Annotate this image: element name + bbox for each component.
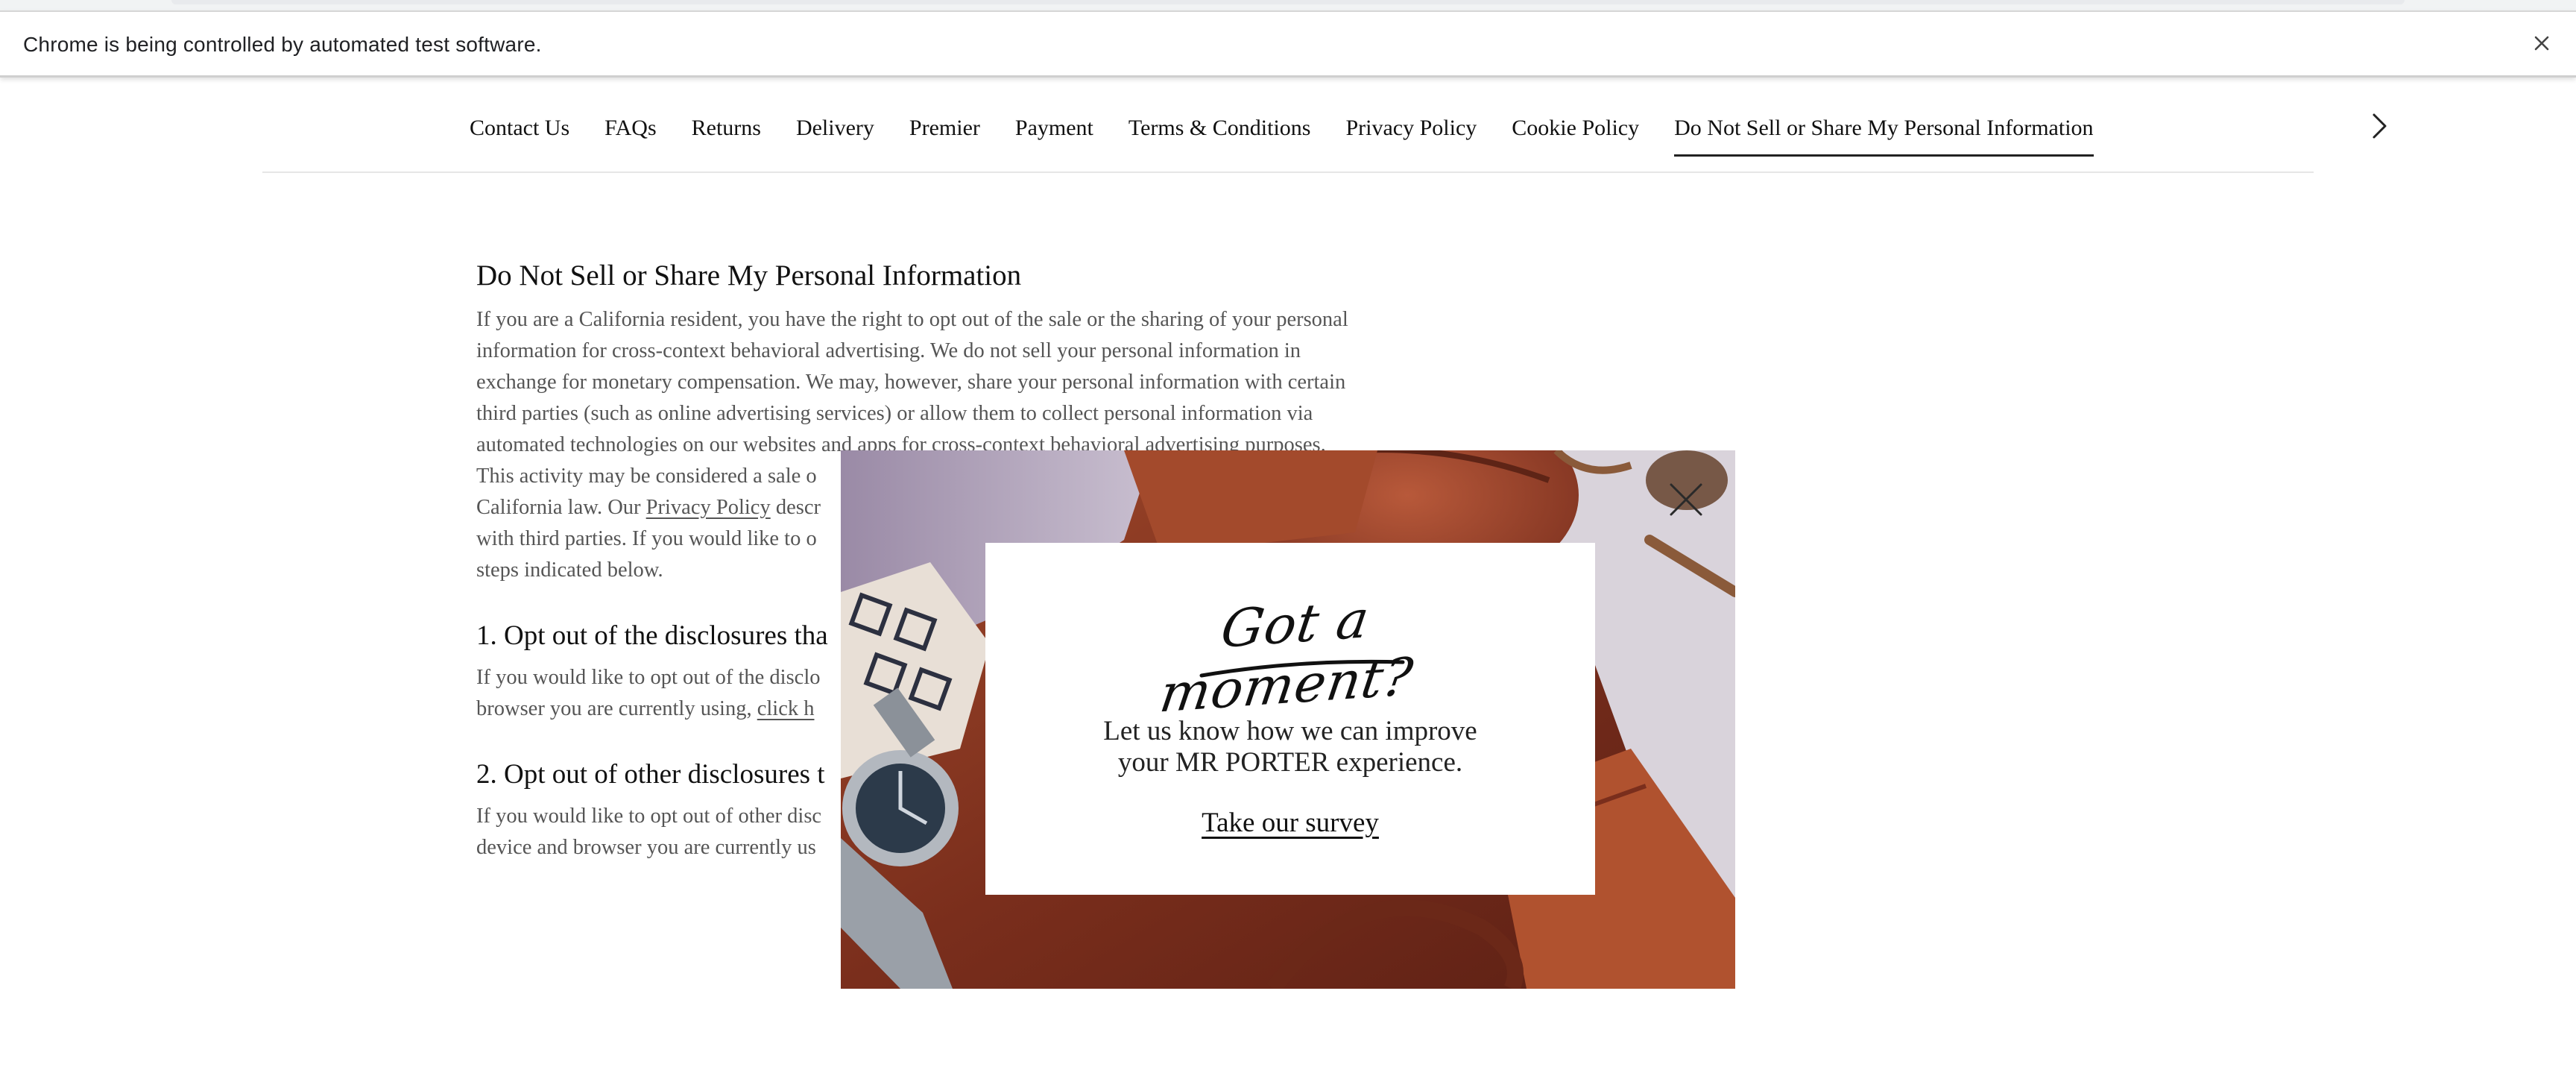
help-nav-list: Contact Us FAQs Returns Delivery Premier… — [470, 112, 2357, 157]
intro-line: steps indicated below. — [476, 558, 663, 582]
survey-cta: Take our survey — [985, 807, 1595, 839]
popup-message: Let us know how we can improve your MR P… — [985, 716, 1595, 778]
privacy-policy-link[interactable]: Privacy Policy — [646, 496, 771, 519]
nav-do-not-sell[interactable]: Do Not Sell or Share My Personal Informa… — [1674, 112, 2094, 157]
intro-line: information for cross-context behavioral… — [476, 339, 1301, 362]
intro-line: with third parties. If you would like to… — [476, 527, 817, 550]
intro-line: If you are a California resident, you ha… — [476, 308, 1348, 331]
popup-message-line: Let us know how we can improve — [1103, 716, 1477, 746]
nav-terms-conditions[interactable]: Terms & Conditions — [1128, 112, 1311, 157]
section-1-line: browser you are currently using, — [476, 697, 757, 720]
nav-returns[interactable]: Returns — [692, 112, 761, 157]
section-2-line: If you would like to opt out of other di… — [476, 805, 822, 828]
nav-contact-us[interactable]: Contact Us — [470, 112, 569, 157]
close-icon[interactable] — [2527, 28, 2557, 58]
section-2-line: device and browser you are currently us — [476, 836, 816, 859]
page-title: Do Not Sell or Share My Personal Informa… — [476, 259, 1022, 292]
nav-faqs[interactable]: FAQs — [604, 112, 656, 157]
intro-line: exchange for monetary compensation. We m… — [476, 371, 1346, 394]
popup-headline: Got a moment? — [1105, 588, 1477, 724]
nav-premier[interactable]: Premier — [909, 112, 980, 157]
intro-line: California law. Our — [476, 496, 646, 519]
automation-message: Chrome is being controlled by automated … — [23, 33, 542, 56]
survey-popup: Got a moment? Let us know how we can imp… — [841, 450, 1735, 989]
browser-toolbar-edge — [0, 0, 2576, 10]
opt-out-click-here-link[interactable]: click h — [757, 697, 815, 720]
survey-card: Got a moment? Let us know how we can imp… — [985, 543, 1595, 895]
help-nav-scroller: Contact Us FAQs Returns Delivery Premier… — [470, 78, 2357, 173]
nav-delivery[interactable]: Delivery — [796, 112, 874, 157]
help-navigation: Contact Us FAQs Returns Delivery Premier… — [262, 78, 2387, 173]
intro-line: descr — [770, 496, 821, 519]
take-survey-link[interactable]: Take our survey — [1202, 808, 1379, 838]
omnibox-edge — [171, 0, 2405, 4]
nav-privacy-policy[interactable]: Privacy Policy — [1345, 112, 1477, 157]
popup-message-line: your MR PORTER experience. — [1117, 747, 1463, 778]
headline-underline-swash — [1199, 659, 1405, 678]
intro-line: third parties (such as online advertisin… — [476, 402, 1313, 425]
nav-cookie-policy[interactable]: Cookie Policy — [1512, 112, 1639, 157]
section-1-line: If you would like to opt out of the disc… — [476, 666, 821, 689]
nav-payment[interactable]: Payment — [1015, 112, 1093, 157]
intro-line: This activity may be considered a sale o — [476, 465, 817, 488]
automation-infobar: Chrome is being controlled by automated … — [0, 10, 2576, 78]
close-icon[interactable] — [1664, 477, 1708, 522]
chevron-right-icon[interactable] — [2363, 107, 2396, 145]
